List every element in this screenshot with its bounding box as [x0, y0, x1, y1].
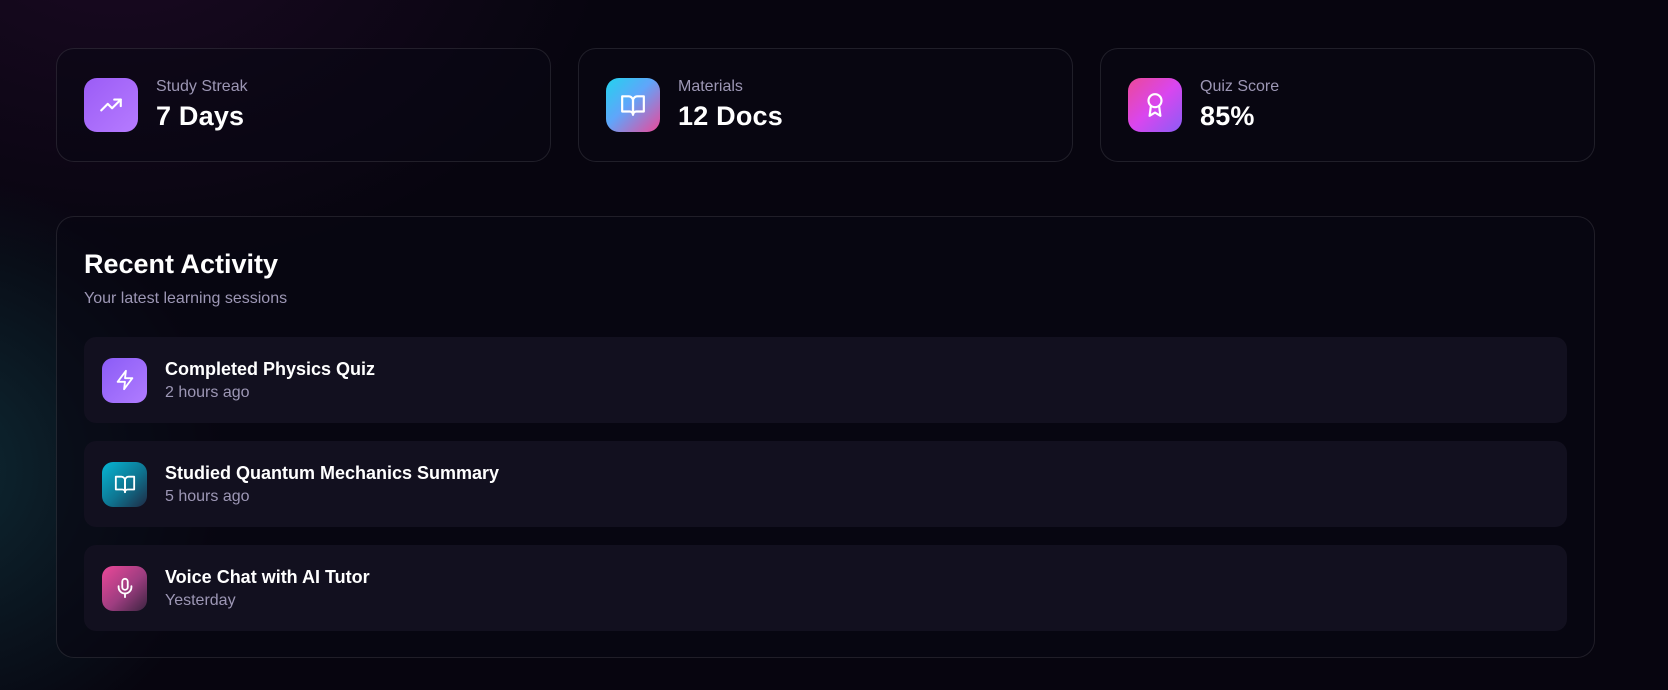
activity-title: Completed Physics Quiz	[165, 358, 376, 379]
activity-time: 2 hours ago	[165, 383, 250, 401]
recent-activity-panel: Recent Activity Your latest learning ses…	[56, 216, 1595, 658]
activity-title: Voice Chat with AI Tutor	[165, 566, 370, 587]
stat-label: Quiz Score	[1200, 78, 1280, 95]
activity-item-quantum-summary[interactable]: Studied Quantum Mechanics Summary 5 hour…	[84, 441, 1567, 527]
stats-row: Study Streak 7 Days Materials 12 Docs Qu…	[56, 48, 1595, 162]
book-open-icon	[102, 461, 147, 507]
stat-card-quiz-score: Quiz Score 85%	[1100, 48, 1595, 162]
stat-card-study-streak: Study Streak 7 Days	[56, 48, 551, 162]
panel-subtitle: Your latest learning sessions	[84, 290, 288, 307]
microphone-icon	[102, 565, 147, 611]
activity-item-voice-chat[interactable]: Voice Chat with AI Tutor Yesterday	[84, 545, 1567, 631]
activity-title: Studied Quantum Mechanics Summary	[165, 462, 500, 483]
stat-label: Study Streak	[156, 78, 248, 95]
award-icon	[1128, 78, 1182, 132]
stat-value: 12 Docs	[678, 101, 783, 131]
panel-title: Recent Activity	[84, 249, 279, 279]
activity-item-physics-quiz[interactable]: Completed Physics Quiz 2 hours ago	[84, 337, 1567, 423]
stat-value: 7 Days	[156, 101, 245, 131]
activity-time: Yesterday	[165, 591, 236, 609]
stat-card-materials: Materials 12 Docs	[578, 48, 1073, 162]
stat-value: 85%	[1200, 101, 1255, 131]
activity-time: 5 hours ago	[165, 487, 250, 505]
stat-label: Materials	[678, 78, 743, 95]
lightning-icon	[102, 357, 147, 403]
book-open-icon	[606, 78, 660, 132]
trending-up-icon	[84, 78, 138, 132]
activity-list: Completed Physics Quiz 2 hours ago Studi…	[84, 337, 1567, 631]
